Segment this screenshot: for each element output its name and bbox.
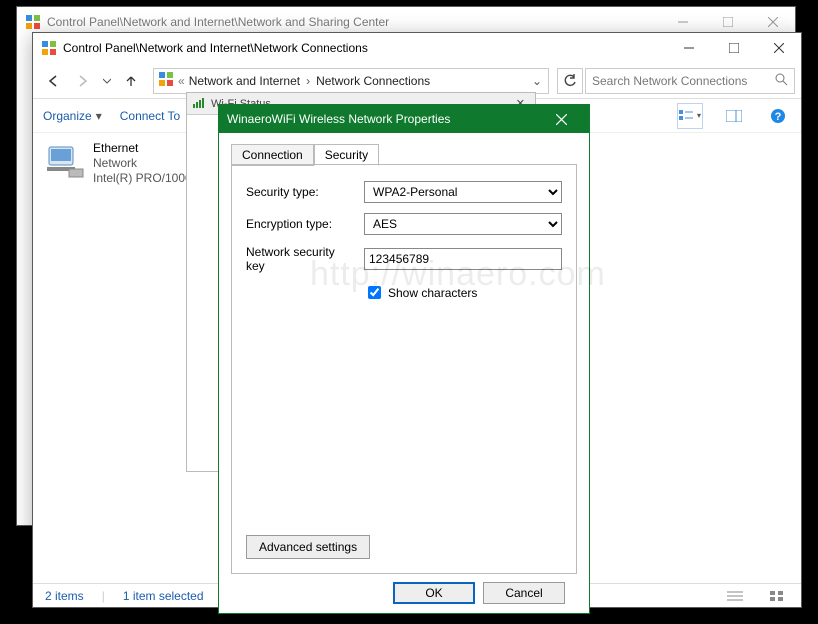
cancel-button[interactable]: Cancel bbox=[483, 582, 565, 604]
network-key-label: Network security key bbox=[246, 245, 356, 273]
window-title: Control Panel\Network and Internet\Netwo… bbox=[63, 41, 368, 55]
security-type-select[interactable]: WPA2-Personal bbox=[364, 181, 562, 203]
network-key-input[interactable] bbox=[364, 248, 562, 270]
search-input[interactable]: Search Network Connections bbox=[585, 68, 795, 94]
maximize-button[interactable] bbox=[711, 33, 756, 63]
control-panel-icon bbox=[41, 40, 57, 56]
recent-dropdown[interactable] bbox=[99, 67, 115, 95]
close-button[interactable] bbox=[541, 105, 581, 133]
search-placeholder: Search Network Connections bbox=[592, 74, 769, 88]
show-characters-label: Show characters bbox=[388, 286, 477, 300]
close-button[interactable] bbox=[756, 33, 801, 63]
status-item-count: 2 items bbox=[45, 589, 84, 603]
tab-security[interactable]: Security bbox=[314, 144, 379, 166]
help-button[interactable]: ? bbox=[765, 103, 791, 129]
back-button[interactable] bbox=[39, 67, 67, 95]
ok-button[interactable]: OK bbox=[393, 582, 475, 604]
control-panel-icon bbox=[25, 14, 41, 30]
connect-to-button[interactable]: Connect To bbox=[120, 109, 181, 123]
status-selected: 1 item selected bbox=[123, 589, 204, 603]
wifi-signal-icon bbox=[193, 96, 207, 111]
preview-pane-button[interactable] bbox=[721, 103, 747, 129]
advanced-settings-button[interactable]: Advanced settings bbox=[246, 535, 370, 559]
dialog-title: WinaeroWiFi Wireless Network Properties bbox=[227, 112, 450, 126]
wireless-properties-dialog: WinaeroWiFi Wireless Network Properties … bbox=[218, 104, 590, 614]
forward-button[interactable] bbox=[69, 67, 97, 95]
view-options-button[interactable]: ▾ bbox=[677, 103, 703, 129]
window-title: Control Panel\Network and Internet\Netwo… bbox=[47, 15, 389, 29]
breadcrumb-seg[interactable]: Network Connections bbox=[316, 74, 430, 88]
address-bar[interactable]: « Network and Internet › Network Connect… bbox=[153, 68, 549, 94]
encryption-type-label: Encryption type: bbox=[246, 217, 356, 231]
security-type-label: Security type: bbox=[246, 185, 356, 199]
security-tab-panel: Security type: WPA2-Personal Encryption … bbox=[231, 164, 577, 574]
organize-menu[interactable]: Organize bbox=[43, 109, 92, 123]
encryption-type-select[interactable]: AES bbox=[364, 213, 562, 235]
ethernet-adapter-icon bbox=[45, 141, 85, 181]
icons-view-button[interactable] bbox=[765, 586, 789, 606]
svg-text:?: ? bbox=[775, 111, 782, 123]
minimize-button[interactable] bbox=[666, 33, 711, 63]
refresh-button[interactable] bbox=[557, 68, 583, 94]
tab-strip: Connection Security bbox=[231, 143, 577, 165]
control-panel-icon bbox=[158, 71, 174, 90]
details-view-button[interactable] bbox=[723, 586, 747, 606]
search-icon bbox=[775, 73, 788, 89]
chevron-right-icon: › bbox=[304, 74, 312, 88]
chevron-down-icon[interactable]: ⌄ bbox=[530, 74, 544, 88]
up-button[interactable] bbox=[117, 67, 145, 95]
show-characters-checkbox[interactable] bbox=[368, 286, 381, 299]
tab-connection[interactable]: Connection bbox=[231, 144, 314, 166]
breadcrumb-seg[interactable]: Network and Internet bbox=[189, 74, 300, 88]
